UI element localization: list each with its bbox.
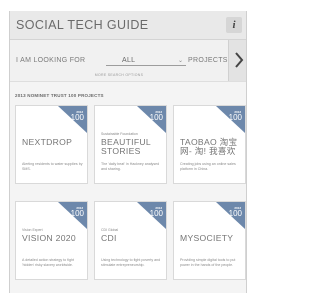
card-description: Providing simple digital tools to put po… xyxy=(180,258,236,267)
rank-badge-number: 100 xyxy=(228,113,242,122)
app-frame: SOCIAL TECH GUIDE i I AM LOOKING FOR ALL… xyxy=(9,11,247,293)
card-description: Alerting residents to water supplies by … xyxy=(22,162,83,171)
project-card-nextdrop[interactable]: 2013 100 NEXTDROP Alerting residents to … xyxy=(15,105,88,184)
chevron-right-icon xyxy=(235,52,244,68)
card-org: Vision Expert xyxy=(22,228,43,232)
category-select[interactable]: ALL ⌄ xyxy=(106,56,186,66)
app-title: SOCIAL TECH GUIDE xyxy=(16,18,149,32)
project-card-vision-2020[interactable]: 2013 100 Vision Expert VISION 2020 A det… xyxy=(15,201,88,280)
card-description: Creating jobs using an online sales plat… xyxy=(180,162,236,171)
filter-bar: I AM LOOKING FOR ALL ⌄ PROJECTS. MORE SE… xyxy=(10,40,246,82)
rank-badge: 2013 100 xyxy=(58,202,87,229)
chevron-down-icon: ⌄ xyxy=(177,58,183,64)
card-title: NEXTDROP xyxy=(22,137,73,147)
project-card-beautiful-stories[interactable]: 2013 100 Sustainable Foundation BEAUTIFU… xyxy=(94,105,167,184)
card-org: Sustainable Foundation xyxy=(101,132,138,136)
card-title: CDI xyxy=(101,233,117,243)
card-title: VISION 2020 xyxy=(22,233,76,243)
card-title: TAOBAO 淘宝网- 淘! 我喜欢 xyxy=(180,137,238,156)
title-bar: SOCIAL TECH GUIDE i xyxy=(10,11,246,40)
rank-badge-number: 100 xyxy=(149,209,163,218)
card-description: Using technology to fight poverty and st… xyxy=(101,258,161,267)
filter-prefix-label: I AM LOOKING FOR xyxy=(16,57,86,64)
rank-badge-number: 100 xyxy=(149,113,163,122)
card-org: CDI Global xyxy=(101,228,119,232)
rank-badge: 2013 100 xyxy=(216,202,245,229)
project-card-cdi[interactable]: 2013 100 CDI Global CDI Using technology… xyxy=(94,201,167,280)
rank-badge: 2013 100 xyxy=(216,106,245,133)
section-label: 2013 NOMINET TRUST 100 PROJECTS xyxy=(15,93,104,98)
rank-badge-number: 100 xyxy=(70,209,84,218)
category-select-value: ALL xyxy=(122,57,136,64)
project-card-taobao[interactable]: 2013 100 TAOBAO 淘宝网- 淘! 我喜欢 Creating job… xyxy=(173,105,246,184)
card-title: MYSOCIETY xyxy=(180,233,234,243)
filter-suffix-label: PROJECTS. xyxy=(188,57,230,64)
card-title: BEAUTIFUL STORIES xyxy=(101,137,151,156)
card-description: The 'daily beat' in Hackney analysed and… xyxy=(101,162,160,171)
card-description: A detailed action strategy to fight 'hid… xyxy=(22,258,74,267)
project-card-mysociety[interactable]: 2013 100 MYSOCIETY Providing simple digi… xyxy=(173,201,246,280)
next-button[interactable] xyxy=(228,40,246,81)
more-search-options-link[interactable]: MORE SEARCH OPTIONS xyxy=(10,73,228,77)
rank-badge: 2013 100 xyxy=(58,106,87,133)
rank-badge-number: 100 xyxy=(228,209,242,218)
info-button[interactable]: i xyxy=(226,17,242,33)
rank-badge-number: 100 xyxy=(70,113,84,122)
rank-badge: 2013 100 xyxy=(137,202,166,229)
rank-badge: 2013 100 xyxy=(137,106,166,133)
